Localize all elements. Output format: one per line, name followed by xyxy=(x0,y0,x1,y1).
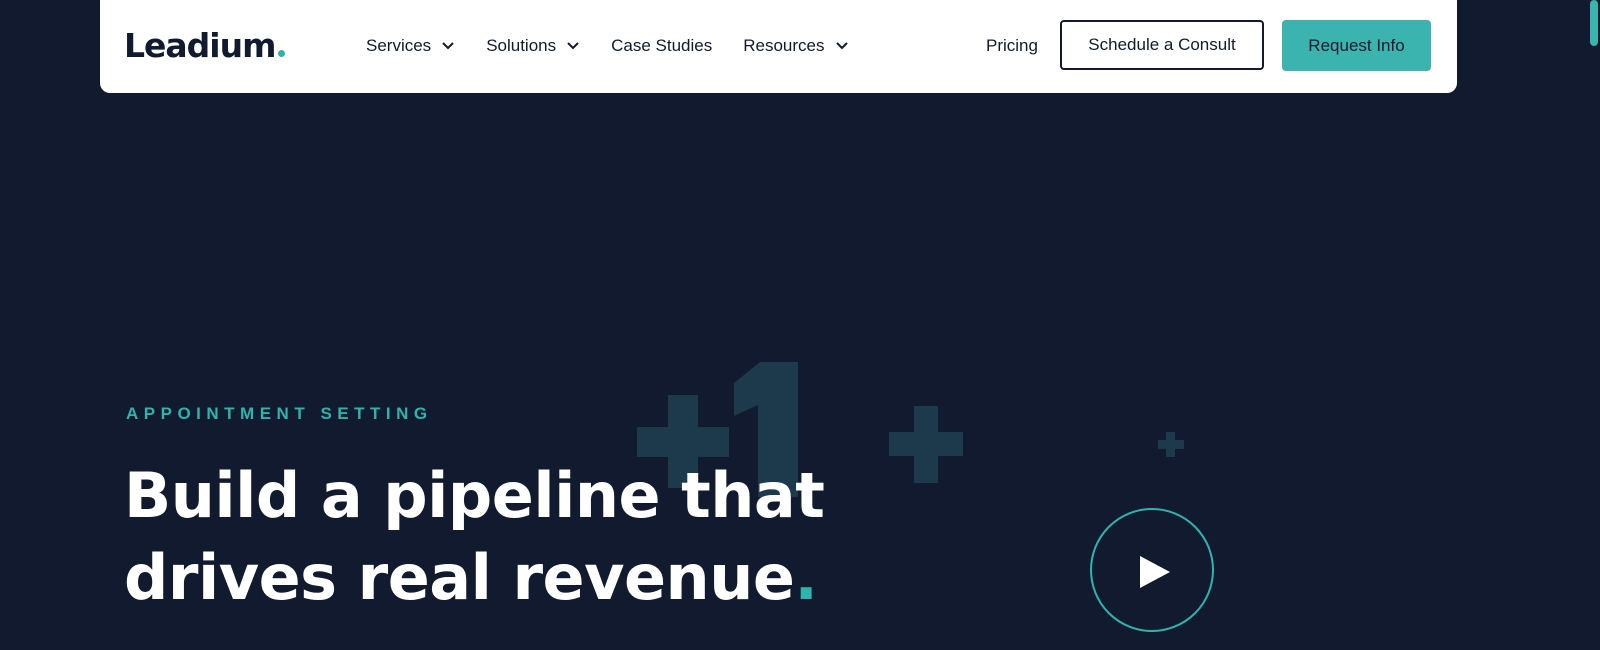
page: Leadium Services Solutions Case Studies … xyxy=(0,0,1600,650)
headline-accent-dot: . xyxy=(794,541,818,614)
nav-item-services[interactable]: Services xyxy=(366,36,455,56)
headline-line-1: Build a pipeline that xyxy=(124,459,825,532)
main-nav: Services Solutions Case Studies Resource… xyxy=(366,30,880,62)
nav-item-case-studies[interactable]: Case Studies xyxy=(611,36,712,56)
nav-item-label: Case Studies xyxy=(611,36,713,55)
nav-item-label: Resources xyxy=(743,36,825,55)
page-scrollbar[interactable] xyxy=(1586,0,1600,650)
request-info-button[interactable]: Request Info xyxy=(1282,20,1431,71)
scrollbar-thumb[interactable] xyxy=(1590,0,1598,46)
chevron-down-icon xyxy=(835,42,848,50)
hero-headline: Build a pipeline that drives real revenu… xyxy=(124,455,924,619)
top-navigation-bar: Leadium Services Solutions Case Studies … xyxy=(100,0,1457,93)
video-play-button[interactable] xyxy=(1090,508,1214,632)
play-icon xyxy=(1140,556,1170,588)
chevron-down-icon xyxy=(567,42,579,50)
nav-item-solutions[interactable]: Solutions xyxy=(486,36,580,56)
logo-text: Leadium xyxy=(124,26,276,65)
logo-dot-icon xyxy=(277,50,285,57)
nav-item-label: Solutions xyxy=(486,36,557,55)
headline-line-2: drives real revenue xyxy=(124,541,795,614)
nav-item-label: Services xyxy=(366,36,432,55)
hero-eyebrow: APPOINTMENT SETTING xyxy=(126,404,433,423)
leadium-logo[interactable]: Leadium xyxy=(124,24,285,68)
nav-item-resources[interactable]: Resources xyxy=(743,36,848,56)
chevron-down-icon xyxy=(442,42,454,50)
nav-item-pricing[interactable]: Pricing xyxy=(986,30,1038,62)
schedule-consult-button[interactable]: Schedule a Consult xyxy=(1060,20,1264,70)
